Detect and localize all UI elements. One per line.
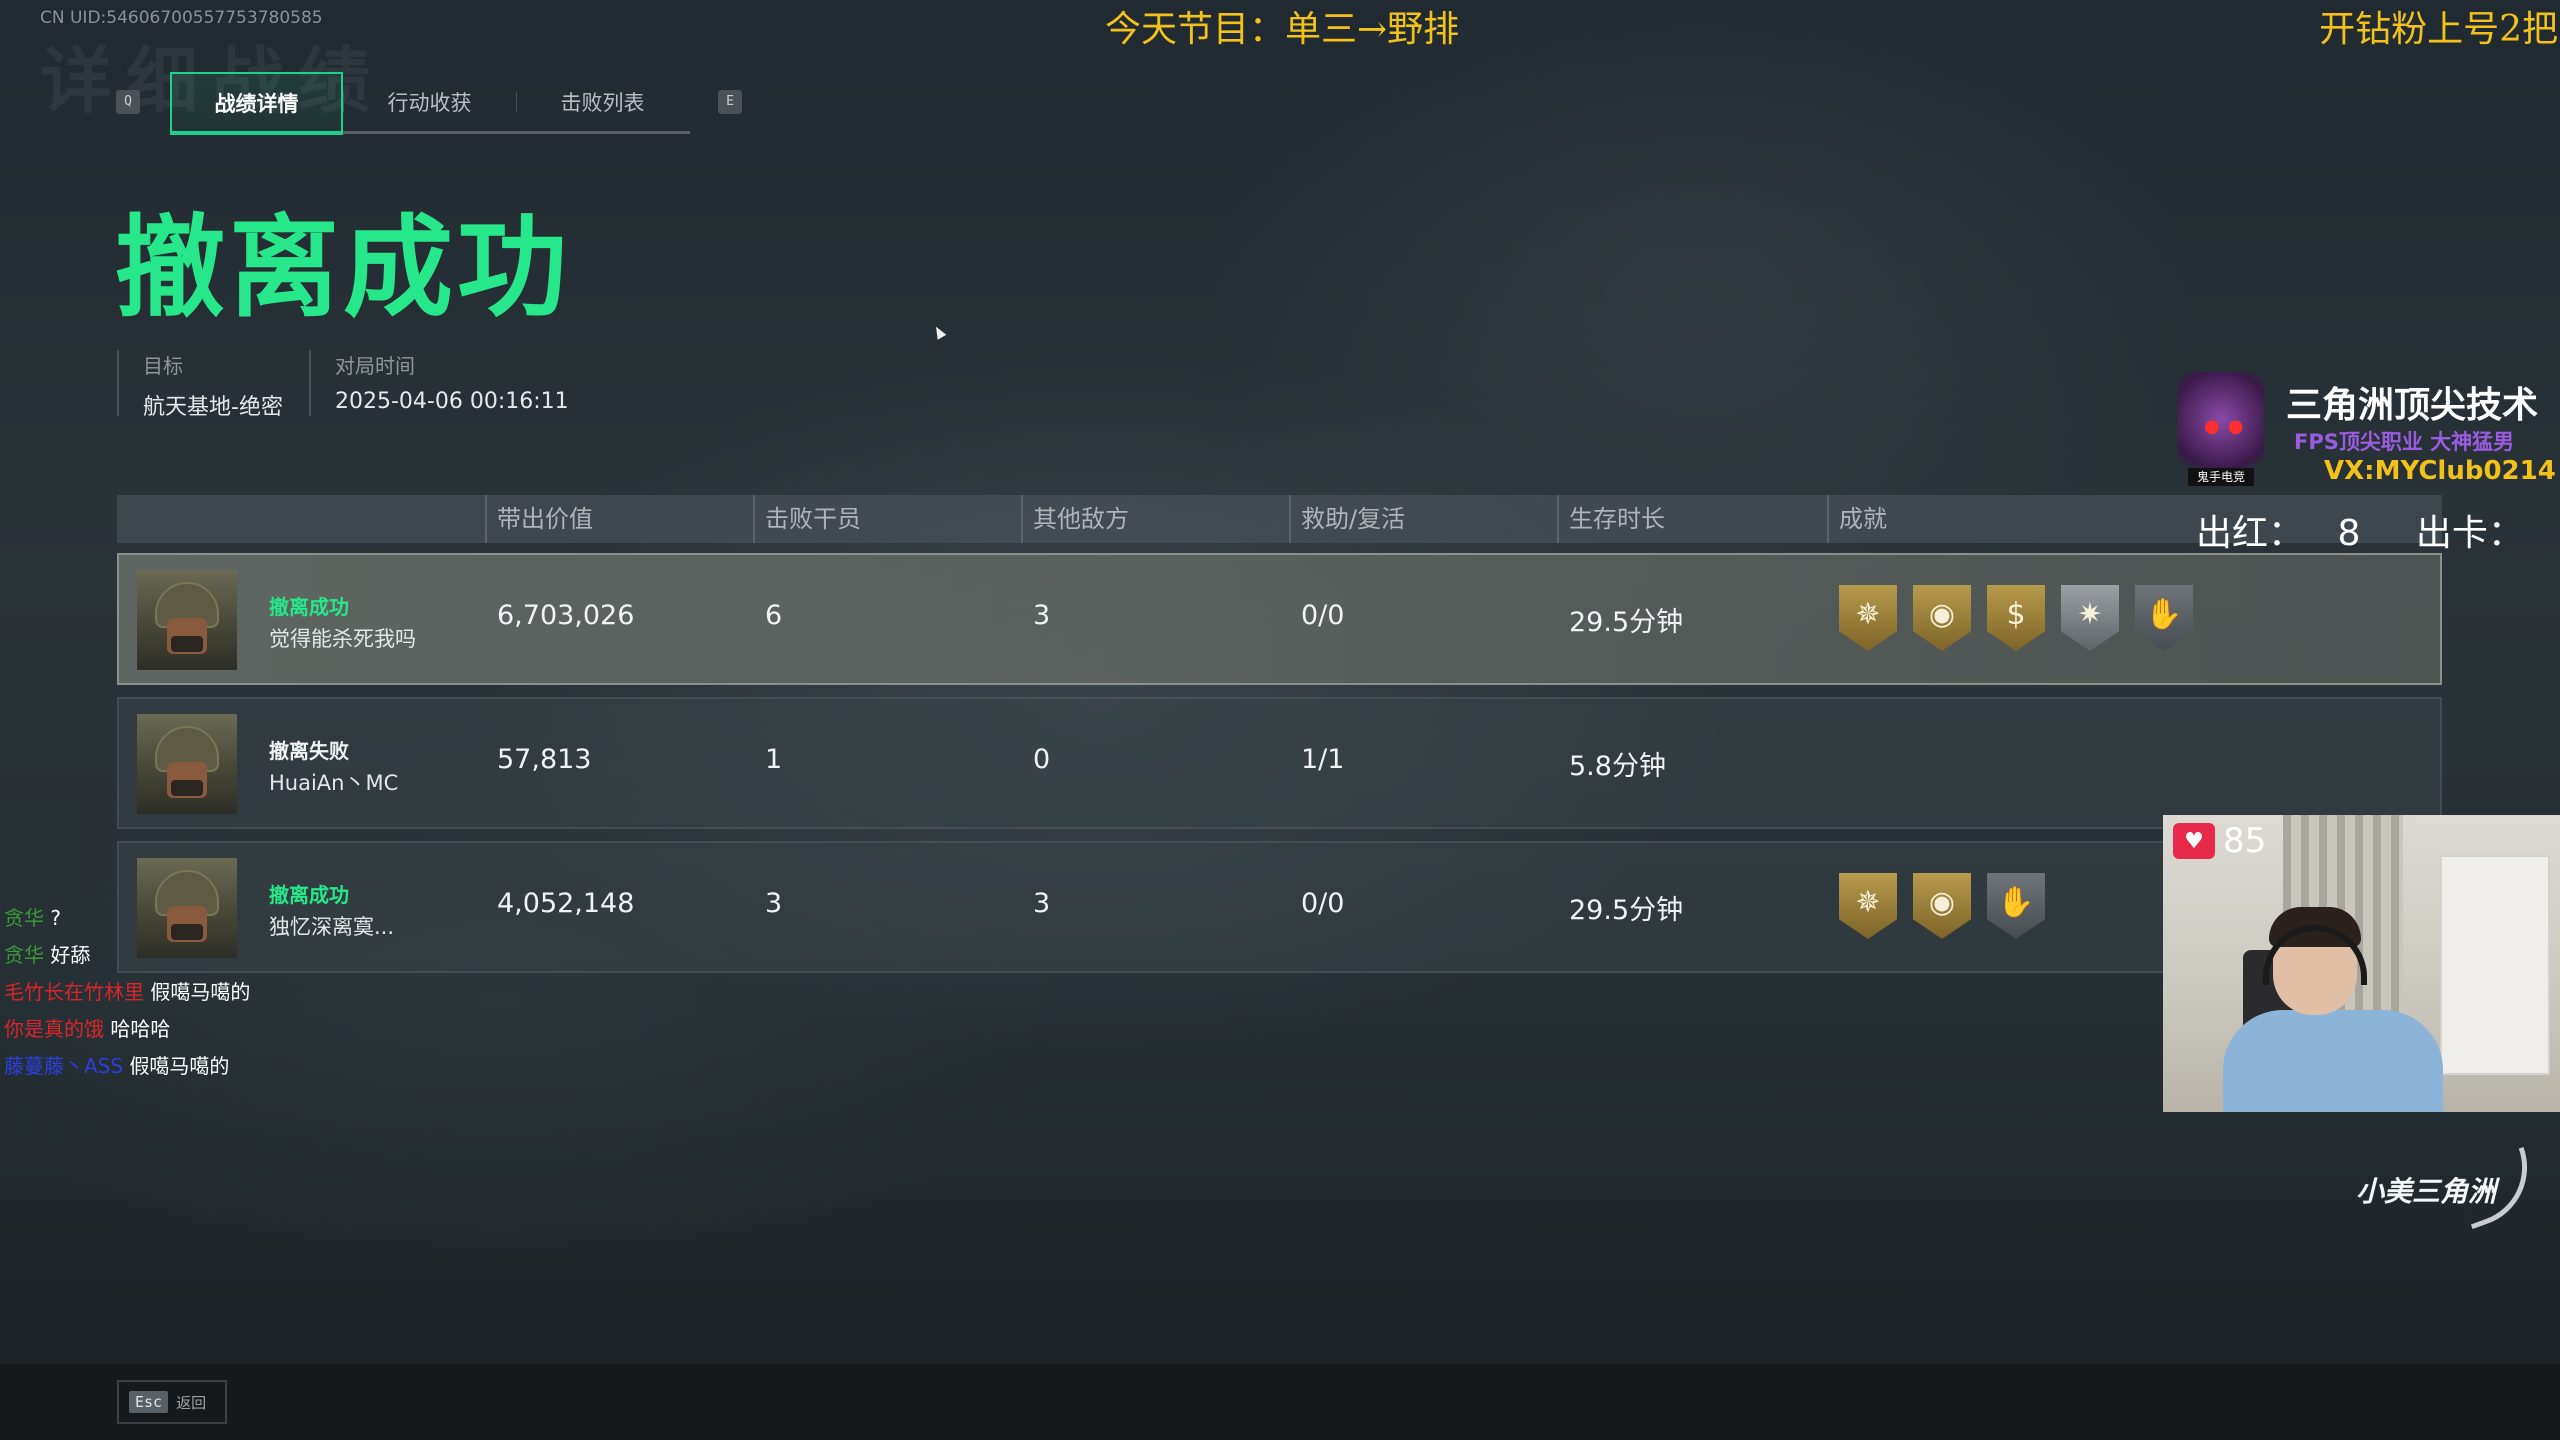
header-extracted-value: 带出价值: [485, 495, 593, 543]
row-survival: 5.8分钟: [1569, 751, 1666, 782]
row-status: 撤离成功: [269, 595, 349, 619]
row-assist: 0/0: [1301, 600, 1345, 631]
row-assist: 0/0: [1301, 888, 1345, 919]
row-kills: 3: [765, 888, 783, 919]
sun-badge-icon[interactable]: ✵: [1839, 873, 1897, 939]
row-value: 6,703,026: [497, 600, 635, 631]
row-status: 撤离失败: [269, 739, 349, 763]
handshake-badge-icon[interactable]: ✋: [2135, 585, 2193, 651]
streamer-subtitle: FPS顶尖职业 大神猛男: [2294, 430, 2515, 454]
match-time-value: 2025-04-06 00:16:11: [335, 389, 569, 414]
chat-message: 贪华 ?: [4, 906, 61, 930]
active-tab-indicator: [170, 131, 343, 135]
stream-program-overlay: 今天节目：单三→野排: [1105, 9, 1460, 50]
achievement-badges: ✵ ◉ ✋: [1839, 873, 2045, 939]
player-name: 觉得能杀死我吗: [269, 627, 416, 651]
tab-action-rewards[interactable]: 行动收获: [343, 72, 516, 131]
meta-target: 目标 航天基地-绝密: [117, 350, 283, 420]
table-row[interactable]: 撤离失败 HuaiAn丶MC 57,813 1 0 1/1 5.8分钟: [117, 697, 2442, 829]
streamer-logo: ●● 鬼手电竞 三角洲顶尖技术 FPS顶尖职业 大神猛男 VX:MYClub02…: [2178, 372, 2558, 492]
row-status: 撤离成功: [269, 883, 349, 907]
heart-rate-icon: ♥: [2173, 823, 2215, 859]
back-label: 返回: [176, 1393, 207, 1412]
target-badge-icon[interactable]: ◉: [1913, 873, 1971, 939]
loot-counters: 出红： 8 出卡： 3: [2196, 504, 2560, 556]
stats-table-header: 带出价值 击败干员 其他敌方 救助/复活 生存时长 成就: [117, 495, 2442, 543]
row-survival: 29.5分钟: [1569, 607, 1684, 638]
star-badge-icon[interactable]: ✷: [2061, 585, 2119, 651]
streamer-webcam: ♥ 85: [2163, 815, 2560, 1112]
table-row[interactable]: 撤离成功 觉得能杀死我吗 6,703,026 6 3 0/0 29.5分钟 ✵ …: [117, 553, 2442, 685]
tab-next-key-hint[interactable]: E: [718, 90, 742, 114]
tab-kill-list[interactable]: 击败列表: [516, 72, 689, 131]
heart-rate: ♥ 85: [2173, 821, 2266, 861]
chat-message: 贪华 好舔: [4, 943, 91, 967]
operator-avatar: [137, 570, 237, 670]
row-other-enemies: 3: [1033, 888, 1051, 919]
header-survival-time: 生存时长: [1557, 495, 1665, 543]
table-row[interactable]: 撤离成功 独忆深离寞... 4,052,148 3 3 0/0 29.5分钟 ✵…: [117, 841, 2442, 973]
player-name: 独忆深离寞...: [269, 915, 395, 939]
demon-mascot-icon: ●● 鬼手电竞: [2178, 372, 2264, 490]
tab-bar: 战绩详情 行动收获 击败列表: [170, 72, 690, 134]
operator-avatar: [137, 714, 237, 814]
esc-key-icon: Esc: [129, 1391, 169, 1413]
tab-prev-key-hint[interactable]: Q: [116, 90, 140, 114]
card-count: 出卡： 3: [2415, 513, 2560, 554]
handshake-badge-icon[interactable]: ✋: [1987, 873, 2045, 939]
streamer-contact: VX:MYClub0214: [2324, 456, 2556, 486]
row-kills: 6: [765, 600, 783, 631]
chat-message: 藤蔓藤丶ASS 假噶马噶的: [4, 1054, 230, 1078]
meta-match-time: 对局时间 2025-04-06 00:16:11: [309, 350, 569, 416]
row-survival: 29.5分钟: [1569, 895, 1684, 926]
tab-battle-details[interactable]: 战绩详情: [170, 72, 343, 131]
chat-message: 你是真的饿 哈哈哈: [4, 1017, 171, 1041]
row-other-enemies: 0: [1033, 744, 1051, 775]
extraction-result-title: 撤离成功: [115, 204, 571, 332]
dollar-badge-icon[interactable]: $: [1987, 585, 2045, 651]
row-value: 57,813: [497, 744, 592, 775]
back-button[interactable]: Esc 返回: [117, 1380, 227, 1424]
header-other-enemies: 其他敌方: [1021, 495, 1129, 543]
header-assist-revive: 救助/复活: [1289, 495, 1405, 543]
match-time-label: 对局时间: [335, 354, 415, 378]
red-count: 出红： 8: [2196, 513, 2361, 554]
sun-badge-icon[interactable]: ✵: [1839, 585, 1897, 651]
player-name: HuaiAn丶MC: [269, 771, 399, 795]
bottom-bar: [0, 1364, 2560, 1440]
stream-goal-overlay: 开钻粉上号2把: [2319, 9, 2558, 50]
streamer-title: 三角洲顶尖技术: [2286, 385, 2539, 426]
achievement-badges: ✵ ◉ $ ✷ ✋: [1839, 585, 2193, 651]
row-assist: 1/1: [1301, 744, 1345, 775]
row-other-enemies: 3: [1033, 600, 1051, 631]
header-achievements: 成就: [1827, 495, 1887, 543]
stream-chat: 贪华 ? 贪华 好舔 毛竹长在竹林里 假噶马噶的 你是真的饿 哈哈哈 藤蔓藤丶A…: [4, 900, 250, 1085]
target-value: 航天基地-绝密: [143, 395, 283, 420]
target-badge-icon[interactable]: ◉: [1913, 585, 1971, 651]
row-value: 4,052,148: [497, 888, 635, 919]
row-kills: 1: [765, 744, 783, 775]
header-operators-defeated: 击败干员: [753, 495, 861, 543]
chat-message: 毛竹长在竹林里 假噶马噶的: [4, 980, 251, 1004]
target-label: 目标: [143, 354, 183, 378]
